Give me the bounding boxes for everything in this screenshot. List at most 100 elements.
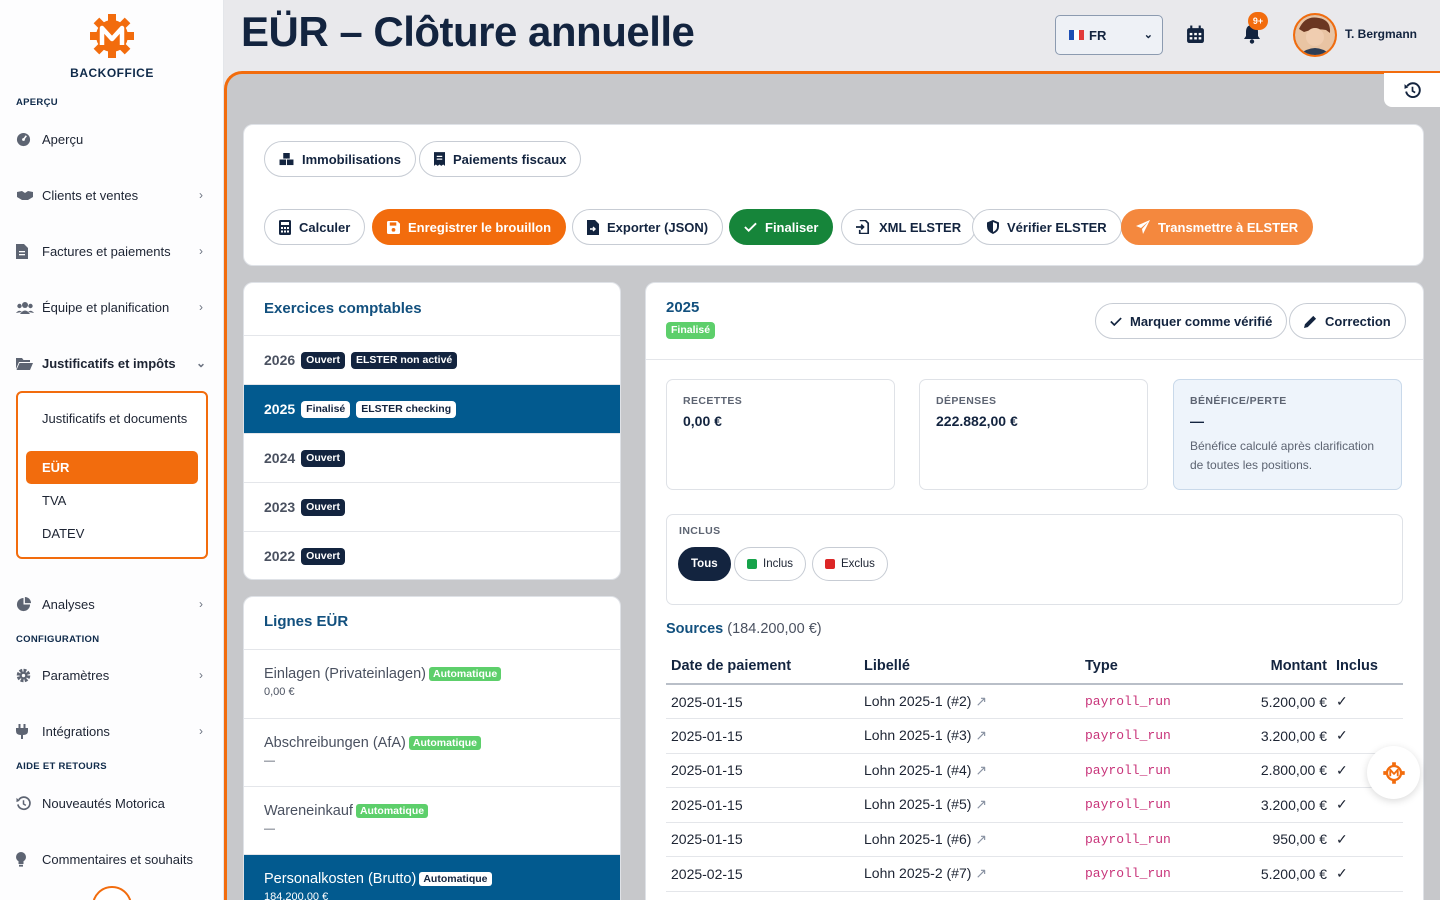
column-header[interactable]: Libellé bbox=[859, 648, 1080, 685]
page-title: EÜR – Clôture annuelle bbox=[241, 8, 695, 55]
sidebar-item-integrations[interactable]: Intégrations › bbox=[16, 716, 208, 746]
year-row-2024[interactable]: 2024 Ouvert bbox=[244, 433, 620, 482]
section-overview: APERÇU bbox=[16, 97, 58, 108]
cell-type: payroll_run bbox=[1080, 684, 1209, 719]
sidebar-item-equipe[interactable]: Équipe et planification › bbox=[16, 292, 208, 322]
table-row[interactable]: 2025-02-15 Lohn 2025-2 (#7) ↗ payroll_ru… bbox=[666, 856, 1403, 892]
save-draft-button[interactable]: Enregistrer le brouillon bbox=[372, 209, 567, 245]
table-row[interactable]: 2025-01-15 Lohn 2025-1 (#3) ↗ payroll_ru… bbox=[666, 718, 1403, 754]
user-name[interactable]: T. Bergmann bbox=[1345, 27, 1417, 41]
cell-label[interactable]: Lohn 2025-1 (#6) ↗ bbox=[859, 822, 1080, 857]
table-row[interactable]: 2025-01-15 Lohn 2025-1 (#2) ↗ payroll_ru… bbox=[666, 684, 1403, 719]
sidebar-item-analyses[interactable]: Analyses › bbox=[16, 589, 208, 619]
sidebar-item-clients[interactable]: Clients et ventes › bbox=[16, 180, 208, 210]
user-avatar[interactable] bbox=[1293, 13, 1337, 57]
sidebar-item-commentaires[interactable]: Commentaires et souhaits bbox=[16, 844, 208, 874]
column-header[interactable]: Type bbox=[1080, 648, 1209, 685]
cell-type: payroll_run bbox=[1080, 753, 1209, 788]
auto-badge: Automatique bbox=[355, 804, 429, 818]
dashboard-icon bbox=[16, 132, 38, 147]
sidebar-item-label: Commentaires et souhaits bbox=[42, 851, 194, 867]
button-label: Paiements fiscaux bbox=[453, 151, 567, 167]
label-text: Lohn 2025-1 (#5) bbox=[864, 796, 972, 813]
sidebar-item-factures[interactable]: Factures et paiements › bbox=[16, 236, 208, 266]
check-icon: ✓ bbox=[1331, 684, 1403, 719]
calculator-icon bbox=[279, 219, 291, 235]
cell-label[interactable]: Lohn 2025-1 (#5) ↗ bbox=[859, 787, 1080, 823]
line-row[interactable]: Wareneinkauf Automatique — bbox=[244, 786, 620, 854]
users-icon bbox=[16, 301, 38, 314]
verifier-elster-button[interactable]: Vérifier ELSTER bbox=[972, 209, 1122, 245]
table-row[interactable]: 2025-01-15 Lohn 2025-1 (#4) ↗ payroll_ru… bbox=[666, 753, 1403, 788]
external-link-icon: ↗ bbox=[975, 761, 988, 778]
line-value: — bbox=[264, 823, 275, 835]
mark-verified-button[interactable]: Marquer comme vérifié bbox=[1095, 303, 1288, 339]
sidebar-item-label: Paramètres bbox=[42, 667, 110, 683]
sidebar-avatar[interactable] bbox=[92, 886, 132, 900]
column-header[interactable]: Montant bbox=[1209, 648, 1331, 685]
calculer-button[interactable]: Calculer bbox=[264, 209, 366, 245]
history-button[interactable] bbox=[1384, 73, 1440, 107]
stat-description: Bénéfice calculé après clarification de … bbox=[1190, 439, 1375, 472]
receipt-icon bbox=[434, 152, 445, 166]
cell-label[interactable]: Lohn 2025-2 (#7) ↗ bbox=[859, 856, 1080, 892]
sidebar-item-apercu[interactable]: Aperçu bbox=[16, 124, 208, 154]
stat-depenses: DÉPENSES 222.882,00 € bbox=[919, 379, 1148, 490]
year-row-2025[interactable]: 2025 Finalisé ELSTER checking bbox=[244, 384, 620, 433]
finaliser-button[interactable]: Finaliser bbox=[729, 209, 834, 245]
language-select[interactable]: FR ⌄ bbox=[1055, 15, 1163, 55]
elster-badge: ELSTER checking bbox=[356, 400, 457, 418]
cell-date: 2025-01-15 bbox=[666, 753, 859, 788]
gear-icon bbox=[16, 668, 38, 683]
assistant-fab[interactable] bbox=[1367, 746, 1420, 799]
correction-button[interactable]: Correction bbox=[1289, 303, 1406, 339]
filter-tous[interactable]: Tous bbox=[678, 547, 731, 581]
brand-name: BACKOFFICE bbox=[70, 66, 154, 80]
notification-badge: 9+ bbox=[1248, 12, 1268, 30]
filter-inclus[interactable]: Inclus bbox=[734, 547, 807, 581]
year-label: 2025 bbox=[264, 401, 296, 417]
auto-badge: Automatique bbox=[408, 736, 482, 750]
export-json-button[interactable]: Exporter (JSON) bbox=[572, 209, 724, 245]
file-import-icon bbox=[856, 220, 870, 234]
submenu-item-documents[interactable]: Justificatifs et documents bbox=[26, 410, 198, 427]
detail-year: 2025 bbox=[666, 299, 700, 316]
divider bbox=[646, 359, 1423, 360]
save-icon bbox=[387, 220, 400, 234]
line-row-selected[interactable]: Personalkosten (Brutto) Automatique 184.2… bbox=[244, 854, 620, 900]
line-name: Personalkosten (Brutto) bbox=[264, 871, 417, 887]
cell-label[interactable]: Lohn 2025-1 (#2) ↗ bbox=[859, 684, 1080, 719]
brand-logo-icon[interactable] bbox=[82, 12, 142, 60]
xml-elster-button[interactable]: XML ELSTER bbox=[841, 209, 977, 245]
column-header[interactable]: Date de paiement bbox=[666, 648, 859, 685]
year-row-2022[interactable]: 2022 Ouvert bbox=[244, 531, 620, 579]
paiements-fiscaux-button[interactable]: Paiements fiscaux bbox=[419, 141, 582, 177]
column-header[interactable]: Inclus bbox=[1331, 648, 1403, 685]
line-row[interactable]: Abschreibungen (AfA) Automatique — bbox=[244, 718, 620, 786]
sidebar-item-parametres[interactable]: Paramètres › bbox=[16, 660, 208, 690]
submenu-item-datev[interactable]: DATEV bbox=[26, 526, 198, 541]
line-value: 0,00 € bbox=[264, 686, 295, 698]
year-row-2023[interactable]: 2023 Ouvert bbox=[244, 482, 620, 531]
external-link-icon: ↗ bbox=[975, 865, 988, 882]
label-text: Lohn 2025-1 (#2) bbox=[864, 693, 972, 709]
sidebar-item-nouveautes[interactable]: Nouveautés Motorica bbox=[16, 788, 208, 818]
stat-benefice: BÉNÉFICE/PERTE — Bénéfice calculé après … bbox=[1173, 379, 1402, 490]
immobilisations-button[interactable]: Immobilisations bbox=[264, 141, 416, 177]
table-row[interactable]: 2025-01-15 Lohn 2025-1 (#5) ↗ payroll_ru… bbox=[666, 787, 1403, 823]
sidebar-item-justificatifs[interactable]: Justificatifs et impôts ⌄ bbox=[16, 348, 208, 378]
cell-label[interactable]: Lohn 2025-1 (#3) ↗ bbox=[859, 718, 1080, 754]
lightbulb-icon bbox=[16, 851, 38, 867]
submenu-item-eur[interactable]: EÜR bbox=[26, 451, 198, 484]
year-row-2026[interactable]: 2026 Ouvert ELSTER non activé bbox=[244, 335, 620, 384]
table-row[interactable]: 2025-01-15 Lohn 2025-1 (#6) ↗ payroll_ru… bbox=[666, 822, 1403, 857]
filter-exclus[interactable]: Exclus bbox=[812, 547, 888, 581]
calendar-icon[interactable] bbox=[1183, 22, 1207, 46]
section-help: AIDE ET RETOURS bbox=[16, 761, 107, 772]
cell-label[interactable]: Lohn 2025-1 (#4) ↗ bbox=[859, 753, 1080, 788]
transmettre-elster-button[interactable]: Transmettre à ELSTER bbox=[1121, 209, 1314, 245]
external-link-icon: ↗ bbox=[975, 796, 988, 813]
cell-type: payroll_run bbox=[1080, 787, 1209, 823]
line-row[interactable]: Einlagen (Privateinlagen) Automatique 0,0… bbox=[244, 649, 620, 718]
submenu-item-tva[interactable]: TVA bbox=[26, 493, 198, 508]
